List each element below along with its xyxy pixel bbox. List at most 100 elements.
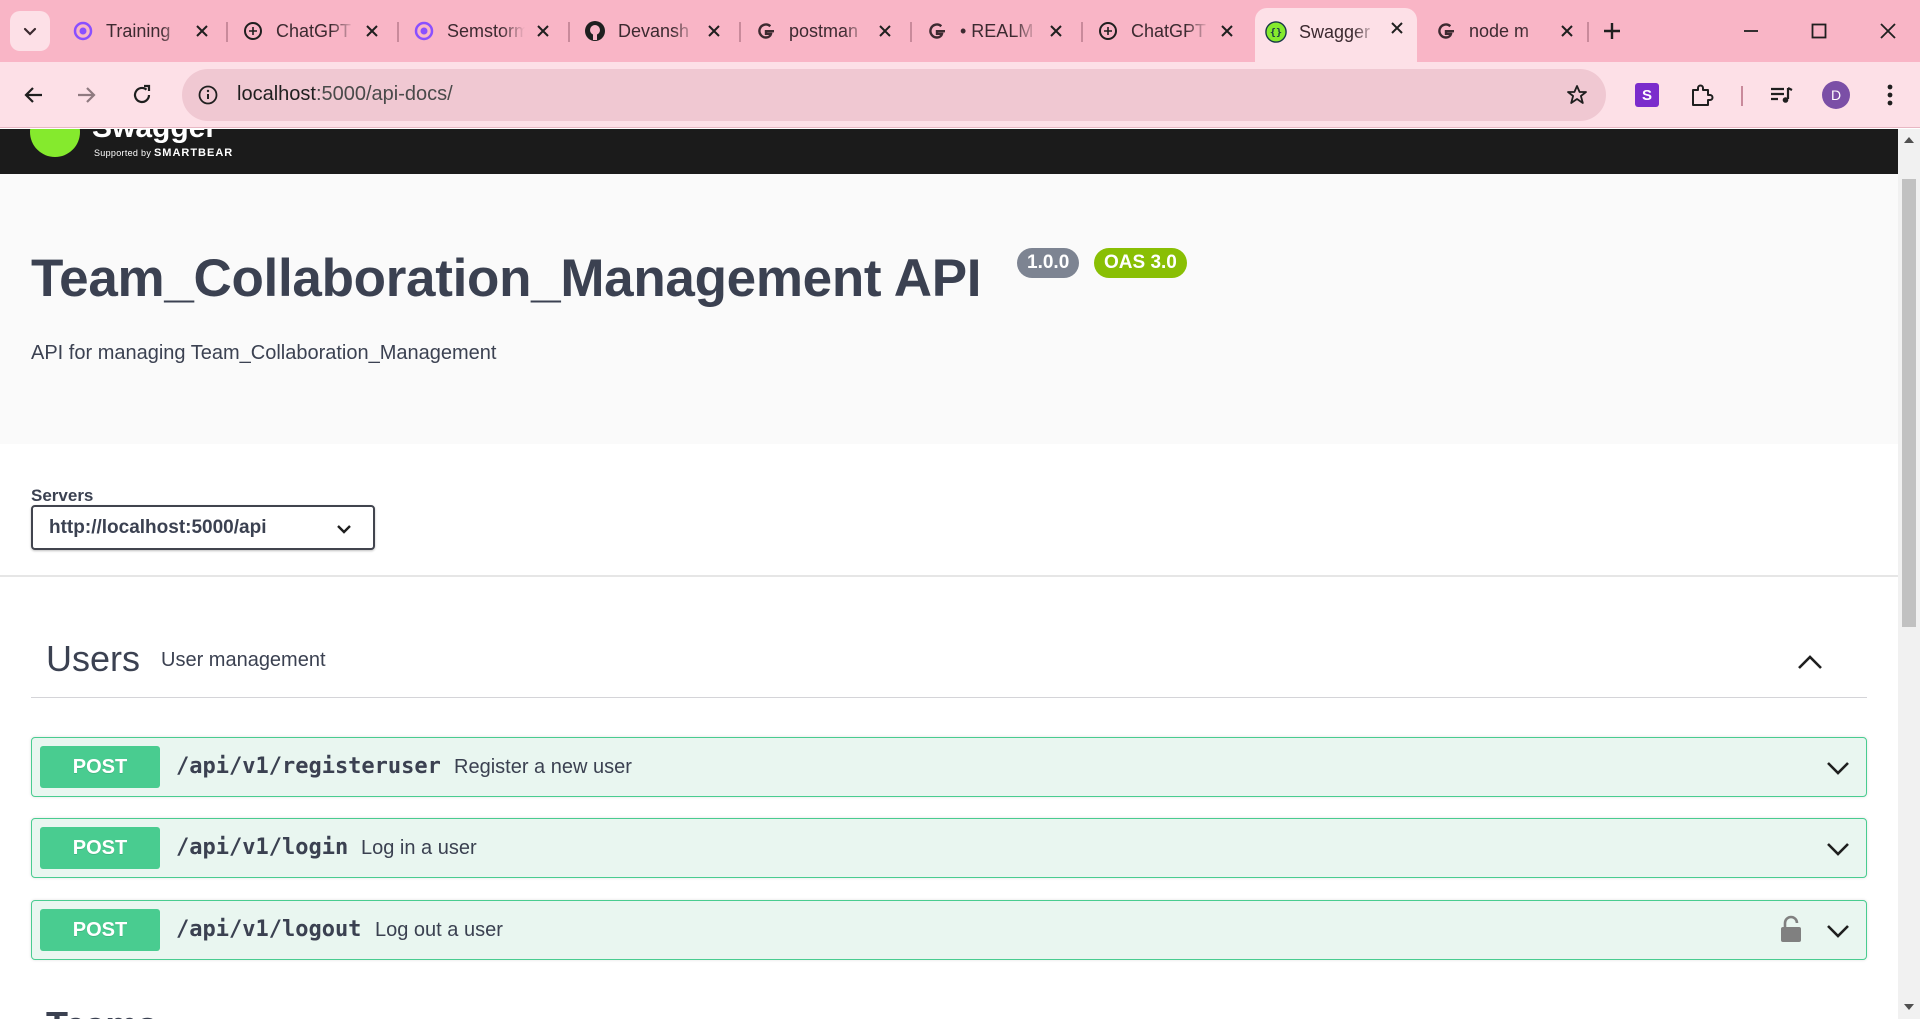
toolbar-divider: [1741, 86, 1743, 106]
tab-divider: [910, 22, 912, 42]
profile-button[interactable]: D: [1821, 80, 1851, 110]
address-bar[interactable]: localhost:5000/api-docs/: [182, 69, 1606, 121]
tab-divider: [1081, 22, 1083, 42]
puzzle-icon: [1692, 84, 1714, 106]
media-control-button[interactable]: [1766, 80, 1796, 110]
playlist-music-icon: [1771, 87, 1793, 103]
servers-select[interactable]: http://localhost:5000/api: [31, 505, 375, 550]
chevron-down-icon[interactable]: [1824, 754, 1852, 782]
reload-button[interactable]: [124, 77, 160, 113]
operation-summary: Log out a user: [375, 919, 503, 941]
tab-divider: [226, 22, 228, 42]
operation-path: /api/v1/logout: [176, 917, 362, 942]
chevron-down-icon[interactable]: [1824, 835, 1852, 863]
operation-logout[interactable]: POST /api/v1/logout Log out a user: [31, 900, 1867, 960]
browser-tab[interactable]: ChatGPT: [232, 12, 392, 50]
scrollbar-thumb[interactable]: [1902, 179, 1916, 627]
browser-tab[interactable]: ChatGPT: [1087, 12, 1247, 50]
tag-section-users[interactable]: Users User management: [31, 628, 1867, 698]
operation-summary: Register a new user: [454, 756, 632, 778]
browser-tab[interactable]: Semstorm: [403, 12, 563, 50]
version-badge: 1.0.0: [1017, 248, 1080, 278]
browser-tab[interactable]: node m: [1425, 12, 1587, 50]
browser-tab[interactable]: Devansh: [574, 12, 734, 50]
method-badge: POST: [40, 746, 160, 788]
tab-title: postman: [789, 20, 859, 41]
chatgpt-icon: [1097, 20, 1119, 42]
close-icon[interactable]: [1387, 18, 1407, 38]
google-icon: [1435, 20, 1457, 42]
page-scrollbar[interactable]: [1898, 129, 1920, 1019]
method-badge: POST: [40, 909, 160, 951]
close-icon[interactable]: [875, 21, 895, 41]
browser-tab[interactable]: postman: [745, 12, 905, 50]
arrow-left-icon: [24, 87, 42, 103]
google-icon: [926, 20, 948, 42]
api-title: Team_Collaboration_Management API: [31, 249, 982, 308]
scroll-up-arrow-icon[interactable]: [1904, 137, 1914, 143]
chevron-down-icon[interactable]: [1824, 917, 1852, 945]
swagger-logo-text: Swagger: [92, 129, 217, 145]
semrush-icon: [413, 20, 435, 42]
site-info-icon[interactable]: [196, 83, 220, 107]
svg-text:{}: {}: [1270, 28, 1282, 39]
operation-login[interactable]: POST /api/v1/login Log in a user: [31, 818, 1867, 878]
close-icon[interactable]: [1557, 21, 1577, 41]
semrush-icon: [72, 20, 94, 42]
chevron-down-icon: [23, 27, 37, 36]
back-button[interactable]: [16, 77, 52, 113]
reload-icon: [133, 84, 151, 104]
oas-badge: OAS 3.0: [1094, 248, 1187, 278]
tag-description: User management: [161, 649, 326, 671]
close-icon[interactable]: [704, 21, 724, 41]
tab-title: node m: [1469, 20, 1530, 41]
plus-icon: [1604, 23, 1620, 39]
api-description: API for managing Team_Collaboration_Mana…: [31, 342, 497, 364]
chevron-up-icon[interactable]: [1793, 646, 1827, 680]
close-icon[interactable]: [192, 21, 212, 41]
server-selected-value: http://localhost:5000/api: [49, 517, 267, 538]
extension-s-button[interactable]: S: [1632, 80, 1662, 110]
tab-divider: [1587, 22, 1589, 42]
close-icon[interactable]: [1217, 21, 1237, 41]
supported-prefix: Supported by: [94, 148, 152, 158]
smartbear-brand: SMARTBEAR: [153, 147, 234, 159]
chatgpt-icon: [242, 20, 264, 42]
servers-label: Servers: [31, 486, 94, 505]
forward-button[interactable]: [68, 77, 104, 113]
chevron-down-icon: [335, 520, 353, 538]
tab-title: • REALM: [960, 20, 1034, 41]
tab-search-button[interactable]: [10, 11, 50, 51]
close-icon[interactable]: [1046, 21, 1066, 41]
bookmark-star-icon[interactable]: [1564, 82, 1590, 108]
extensions-button[interactable]: [1686, 80, 1716, 110]
menu-button[interactable]: [1875, 80, 1905, 110]
close-icon[interactable]: [533, 21, 553, 41]
tab-title: Semstorm: [447, 20, 525, 41]
scroll-down-arrow-icon[interactable]: [1904, 1004, 1914, 1010]
url-path: :5000/api-docs/: [315, 83, 453, 105]
tab-divider: [397, 22, 399, 42]
browser-tab-active[interactable]: {} Swagger: [1255, 8, 1417, 62]
kebab-menu-icon: [1887, 84, 1893, 106]
lock-icon[interactable]: [1778, 914, 1804, 944]
tab-title: ChatGPT: [276, 20, 352, 41]
api-info: Team_Collaboration_Management API 1.0.0 …: [0, 174, 1898, 444]
operation-registeruser[interactable]: POST /api/v1/registeruser Register a new…: [31, 737, 1867, 797]
operation-path: /api/v1/registeruser: [176, 754, 441, 779]
maximize-icon: [1811, 23, 1827, 39]
extension-s-icon: S: [1635, 83, 1659, 107]
next-tag-heading-partial: Teams: [46, 1004, 157, 1019]
new-tab-button[interactable]: [1597, 16, 1627, 46]
browser-tab[interactable]: Training: [62, 12, 222, 50]
close-icon[interactable]: [362, 21, 382, 41]
tab-divider: [568, 22, 570, 42]
arrow-right-icon: [78, 87, 96, 103]
supported-by: Supported by SMARTBEAR: [94, 147, 233, 159]
github-icon: [584, 20, 606, 42]
browser-tab[interactable]: • REALM: [916, 12, 1076, 50]
close-window-button[interactable]: [1873, 16, 1903, 46]
maximize-button[interactable]: [1804, 16, 1834, 46]
minimize-button[interactable]: [1736, 16, 1766, 46]
swagger-logo-icon[interactable]: [30, 129, 80, 157]
